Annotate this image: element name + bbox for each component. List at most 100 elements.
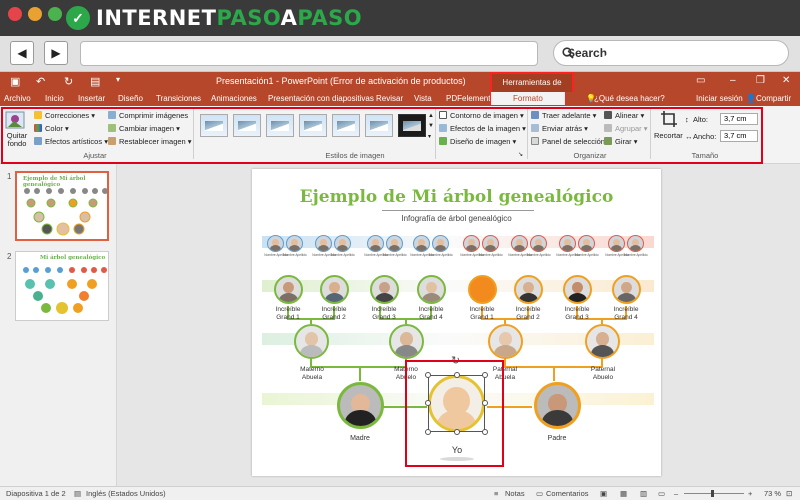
notes-button[interactable]: Notas <box>505 489 525 498</box>
remove-background-button[interactable] <box>5 110 29 130</box>
paternal-grandfather-photo[interactable] <box>585 324 620 359</box>
paternal-grandmother-photo[interactable] <box>488 324 523 359</box>
great-grandparent-photo-8[interactable] <box>432 235 449 252</box>
great-grandparent-photo-16[interactable] <box>627 235 644 252</box>
language-status[interactable]: Inglés (Estados Unidos) <box>86 489 166 498</box>
great-grandparent-photo-3[interactable] <box>315 235 332 252</box>
great-grandparent-photo-11[interactable] <box>511 235 528 252</box>
tab-transiciones[interactable]: Transiciones <box>156 94 201 103</box>
crop-button[interactable] <box>660 110 680 130</box>
minimize-window-button[interactable] <box>28 7 42 21</box>
group-button[interactable]: Agrupar ▾ <box>604 124 648 133</box>
share-button[interactable]: Compartir <box>756 94 791 103</box>
tab-presentacion[interactable]: Presentación con diapositivas <box>268 94 374 103</box>
sign-in-link[interactable]: Iniciar sesión <box>696 94 743 103</box>
resize-handle-ne[interactable] <box>482 372 488 378</box>
zoom-slider[interactable] <box>684 493 744 494</box>
tab-diseno[interactable]: Diseño <box>118 94 143 103</box>
maternal-grandmother-photo[interactable] <box>294 324 329 359</box>
great-grandparent-photo-13[interactable] <box>559 235 576 252</box>
align-button[interactable]: Alinear ▾ <box>604 111 644 120</box>
maternal-grandfather-photo[interactable] <box>389 324 424 359</box>
search-box[interactable]: Search <box>553 40 789 66</box>
reset-picture-button[interactable]: Restablecer imagen ▾ <box>108 137 192 146</box>
tab-insertar[interactable]: Insertar <box>78 94 105 103</box>
picture-style-1[interactable] <box>200 114 228 137</box>
great-grandparent-photo-1[interactable] <box>267 235 284 252</box>
selection-pane-button[interactable]: Panel de selección <box>531 137 605 146</box>
close-window-button[interactable] <box>8 7 22 21</box>
styles-more-icon[interactable]: ▾ <box>428 133 431 140</box>
restore-icon[interactable]: ❐ <box>756 75 765 86</box>
resize-handle-e[interactable] <box>482 400 488 406</box>
great-grandparent-photo-2[interactable] <box>286 235 303 252</box>
grandparent-photo-2[interactable] <box>320 275 349 304</box>
grandparent-photo-4[interactable] <box>417 275 446 304</box>
minimize-icon[interactable]: – <box>730 75 736 86</box>
back-button[interactable]: ◀ <box>10 41 34 65</box>
address-bar[interactable] <box>80 41 538 66</box>
picture-style-3[interactable] <box>266 114 294 137</box>
tab-formato[interactable]: Formato <box>490 92 566 106</box>
save-icon[interactable]: ▣ <box>10 75 20 88</box>
zoom-level[interactable]: 73 % <box>764 489 781 498</box>
great-grandparent-photo-7[interactable] <box>413 235 430 252</box>
customize-toolbar-icon[interactable]: ▾ <box>116 75 120 84</box>
grandparent-photo-1[interactable] <box>274 275 303 304</box>
picture-layout-button[interactable]: Diseño de imagen ▾ <box>439 137 516 146</box>
mother-photo[interactable] <box>337 382 384 429</box>
great-grandparent-photo-6[interactable] <box>386 235 403 252</box>
resize-handle-nw[interactable] <box>425 372 431 378</box>
tab-revisar[interactable]: Revisar <box>376 94 403 103</box>
great-grandparent-photo-10[interactable] <box>482 235 499 252</box>
normal-view-icon[interactable]: ▣ <box>600 489 607 498</box>
zoom-out-button[interactable]: – <box>674 489 678 498</box>
father-photo[interactable] <box>534 382 581 429</box>
styles-dialog-launcher-icon[interactable]: ↘ <box>518 151 523 158</box>
grandparent-photo-5[interactable] <box>468 275 497 304</box>
picture-style-5[interactable] <box>332 114 360 137</box>
resize-handle-n[interactable] <box>454 372 460 378</box>
great-grandparent-photo-14[interactable] <box>578 235 595 252</box>
tab-archivo[interactable]: Archivo <box>4 94 31 103</box>
reading-view-icon[interactable]: ▥ <box>640 489 647 498</box>
tab-pdfelement[interactable]: PDFelement <box>446 94 490 103</box>
picture-effects-button[interactable]: Efectos de la imagen ▾ <box>439 124 526 133</box>
maximize-window-button[interactable] <box>48 7 62 21</box>
share-icon[interactable]: 👤 <box>746 94 756 103</box>
tab-animaciones[interactable]: Animaciones <box>211 94 257 103</box>
great-grandparent-photo-15[interactable] <box>608 235 625 252</box>
great-grandparent-photo-5[interactable] <box>367 235 384 252</box>
redo-icon[interactable]: ↻ <box>64 75 73 88</box>
grandparent-photo-7[interactable] <box>563 275 592 304</box>
great-grandparent-photo-9[interactable] <box>463 235 480 252</box>
color-button[interactable]: Color ▾ <box>34 124 69 133</box>
picture-border-button[interactable]: Contorno de imagen ▾ <box>439 111 524 120</box>
slide-sorter-icon[interactable]: ▦ <box>620 489 627 498</box>
styles-scroll-down-icon[interactable]: ▼ <box>428 123 434 129</box>
height-input[interactable]: 3,7 cm <box>720 113 758 125</box>
comments-button[interactable]: Comentarios <box>546 489 589 498</box>
tab-vista[interactable]: Vista <box>414 94 432 103</box>
compress-pictures-button[interactable]: Comprimir imágenes <box>108 111 188 120</box>
zoom-in-button[interactable]: + <box>748 489 752 498</box>
slide-thumbnail-2[interactable]: Mi árbol genealógico <box>15 251 109 321</box>
grandparent-photo-3[interactable] <box>370 275 399 304</box>
resize-handle-s[interactable] <box>454 429 460 435</box>
resize-handle-sw[interactable] <box>425 429 431 435</box>
rotate-handle-icon[interactable]: ↻ <box>451 354 460 367</box>
slide-thumbnail-1[interactable]: Ejemplo de Mi árbol genealógico <box>15 171 109 241</box>
present-icon[interactable]: ▤ <box>90 75 100 88</box>
grandparent-photo-8[interactable] <box>612 275 641 304</box>
slide-canvas[interactable]: Ejemplo de Mi árbol genealógico Infograf… <box>252 169 661 476</box>
tell-me-box[interactable]: ¿Qué desea hacer? <box>594 94 665 103</box>
ribbon-options-icon[interactable]: ▭ <box>696 75 705 86</box>
bring-forward-button[interactable]: Traer adelante ▾ <box>531 111 596 120</box>
resize-handle-w[interactable] <box>425 400 431 406</box>
picture-style-7[interactable] <box>398 114 426 137</box>
send-backward-button[interactable]: Enviar atrás ▾ <box>531 124 588 133</box>
rotate-button[interactable]: Girar ▾ <box>604 137 638 146</box>
fit-slide-icon[interactable]: ⊡ <box>786 489 792 498</box>
grandparent-photo-6[interactable] <box>514 275 543 304</box>
slideshow-icon[interactable]: ▭ <box>658 489 665 498</box>
